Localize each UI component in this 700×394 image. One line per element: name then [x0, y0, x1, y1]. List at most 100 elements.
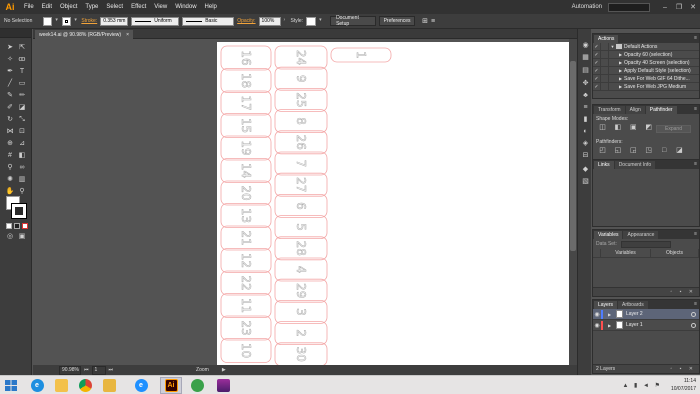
art-piece[interactable]: 15: [220, 113, 272, 138]
art-piece[interactable]: 5: [274, 215, 328, 240]
dataset-select[interactable]: [620, 240, 671, 248]
layers-icon[interactable]: ◆: [581, 165, 590, 174]
workspace-switcher[interactable]: Automation: [572, 4, 602, 10]
last-artboard-icon[interactable]: ⏭: [109, 367, 114, 373]
paintbrush-tool-icon[interactable]: ✎: [5, 91, 15, 101]
width-tool-icon[interactable]: ⋈: [5, 127, 15, 137]
close-icon[interactable]: ✕: [686, 0, 700, 14]
perspective-grid-tool-icon[interactable]: ⊿: [17, 139, 27, 149]
brushes-icon[interactable]: ✥: [581, 79, 590, 88]
art-piece[interactable]: 26: [274, 130, 328, 155]
opacity-label[interactable]: Opacity:: [237, 18, 255, 24]
stroke-color-box[interactable]: [12, 204, 26, 218]
taskbar-ie-alt[interactable]: e: [130, 377, 152, 394]
scale-tool-icon[interactable]: ⤡: [17, 115, 27, 125]
lasso-tool-icon[interactable]: ꝏ: [17, 55, 27, 65]
eye-icon[interactable]: ◉: [593, 311, 601, 318]
swatches-icon[interactable]: ▤: [581, 66, 590, 75]
rotate-tool-icon[interactable]: ↻: [5, 115, 15, 125]
fill-swatch[interactable]: [43, 16, 53, 26]
panel-menu-icon[interactable]: ≡: [431, 18, 435, 25]
appearance-icon[interactable]: ◉: [581, 41, 590, 50]
art-piece[interactable]: 25: [274, 88, 328, 112]
stroke-label[interactable]: Stroke:: [81, 18, 97, 24]
windows-start-icon[interactable]: [4, 379, 18, 392]
tab-layers[interactable]: Layers: [594, 301, 618, 309]
gradient-icon[interactable]: ▮: [581, 115, 590, 124]
stroke-icon[interactable]: ≡: [581, 103, 590, 112]
menu-view[interactable]: View: [150, 4, 171, 10]
rectangle-tool-icon[interactable]: ▭: [17, 79, 27, 89]
pencil-tool-icon[interactable]: ✏: [17, 91, 27, 101]
minus-front-icon[interactable]: ◧: [613, 124, 622, 132]
shape-builder-tool-icon[interactable]: ⊕: [5, 139, 15, 149]
tab-align[interactable]: Align: [625, 106, 645, 114]
taskbar-chrome[interactable]: [74, 377, 96, 394]
exclude-icon[interactable]: ◩: [644, 124, 653, 132]
graphic-styles-icon[interactable]: ▦: [581, 53, 590, 62]
chevron-right-icon[interactable]: ▶: [617, 76, 624, 81]
checkmark-icon[interactable]: ✓: [593, 66, 601, 75]
zoom-field[interactable]: 90.98%: [59, 365, 81, 375]
status-text[interactable]: Zoom: [196, 367, 209, 373]
canvas-area[interactable]: 16 18 17 15 19 14 20 13 21 12 22 11 23 10 24 9 25 8 26 7 27 6…: [33, 39, 569, 365]
art-piece[interactable]: 2: [274, 321, 328, 346]
taskbar-green-app[interactable]: [186, 377, 208, 394]
artboard-number-field[interactable]: 1: [91, 365, 106, 375]
unite-icon[interactable]: ◫: [598, 124, 607, 132]
tab-artboards[interactable]: Artboards: [618, 301, 648, 309]
chevron-right-icon[interactable]: ▶: [606, 312, 613, 317]
color-guide-icon[interactable]: ◈: [581, 139, 590, 148]
panel-menu-icon[interactable]: ≡: [694, 301, 697, 307]
none-color-icon[interactable]: [22, 223, 28, 229]
direct-selection-tool-icon[interactable]: ⇱: [17, 43, 27, 53]
free-transform-tool-icon[interactable]: ⊡: [17, 127, 27, 137]
scrollbar-thumb[interactable]: [570, 61, 576, 251]
column-graph-tool-icon[interactable]: ▥: [17, 175, 27, 185]
chevron-right-icon[interactable]: ▶: [606, 323, 613, 328]
panel-menu-icon[interactable]: ≡: [694, 106, 697, 112]
art-piece[interactable]: 13: [220, 203, 272, 228]
art-piece[interactable]: 29: [274, 278, 328, 303]
line-tool-icon[interactable]: ╱: [5, 79, 15, 89]
symbols-icon[interactable]: ♣: [581, 91, 590, 100]
panel-menu-icon[interactable]: ≡: [694, 231, 697, 237]
art-piece[interactable]: 19: [220, 135, 272, 161]
gradient-tool-icon[interactable]: ◧: [17, 151, 27, 161]
chevron-right-icon[interactable]: ▶: [617, 60, 624, 65]
chevron-right-icon[interactable]: ▶: [617, 52, 624, 57]
align-icon[interactable]: ⊟: [581, 151, 590, 160]
chevron-right-icon[interactable]: ▶: [617, 84, 624, 89]
chevron-right-icon[interactable]: ›: [284, 17, 288, 26]
variables-column-header[interactable]: Variables: [601, 249, 651, 257]
layer-row[interactable]: ◉ ▶ Layer 2: [593, 309, 699, 320]
checkmark-icon[interactable]: ✓: [593, 42, 601, 51]
art-piece[interactable]: 14: [220, 158, 272, 183]
checkmark-icon[interactable]: ✓: [593, 82, 601, 91]
art-piece[interactable]: 3: [274, 299, 328, 324]
art-piece[interactable]: 11: [220, 293, 272, 318]
transparency-icon[interactable]: ◐: [581, 127, 590, 136]
magic-wand-tool-icon[interactable]: ✧: [5, 55, 15, 65]
crop-icon[interactable]: ◳: [644, 147, 653, 155]
panel-menu-icon[interactable]: ≡: [694, 35, 697, 41]
menu-select[interactable]: Select: [102, 4, 127, 10]
pen-tool-icon[interactable]: ✒: [5, 67, 15, 77]
panel-menu-icon[interactable]: ≡: [694, 161, 697, 167]
menu-file[interactable]: File: [20, 4, 38, 10]
draw-mode-icon[interactable]: ◎: [5, 232, 15, 242]
art-piece[interactable]: 17: [220, 90, 272, 116]
vertical-scrollbar[interactable]: [569, 39, 577, 365]
art-piece[interactable]: 9: [274, 66, 328, 91]
trim-icon[interactable]: ◱: [613, 147, 622, 155]
screen-mode-icon[interactable]: ▣: [17, 232, 27, 242]
mesh-tool-icon[interactable]: #: [5, 151, 15, 161]
chevron-down-icon[interactable]: ▾: [55, 17, 59, 26]
divide-icon[interactable]: ◰: [598, 147, 607, 155]
system-clock[interactable]: 11:14 10/07/2017: [671, 377, 696, 393]
stroke-weight-field[interactable]: 0.353 mm: [100, 16, 129, 26]
default-colors-icon[interactable]: [6, 223, 12, 229]
selection-tool-icon[interactable]: ➤: [5, 43, 15, 53]
preferences-button[interactable]: Preferences: [379, 16, 416, 26]
art-piece[interactable]: 30: [274, 342, 328, 365]
